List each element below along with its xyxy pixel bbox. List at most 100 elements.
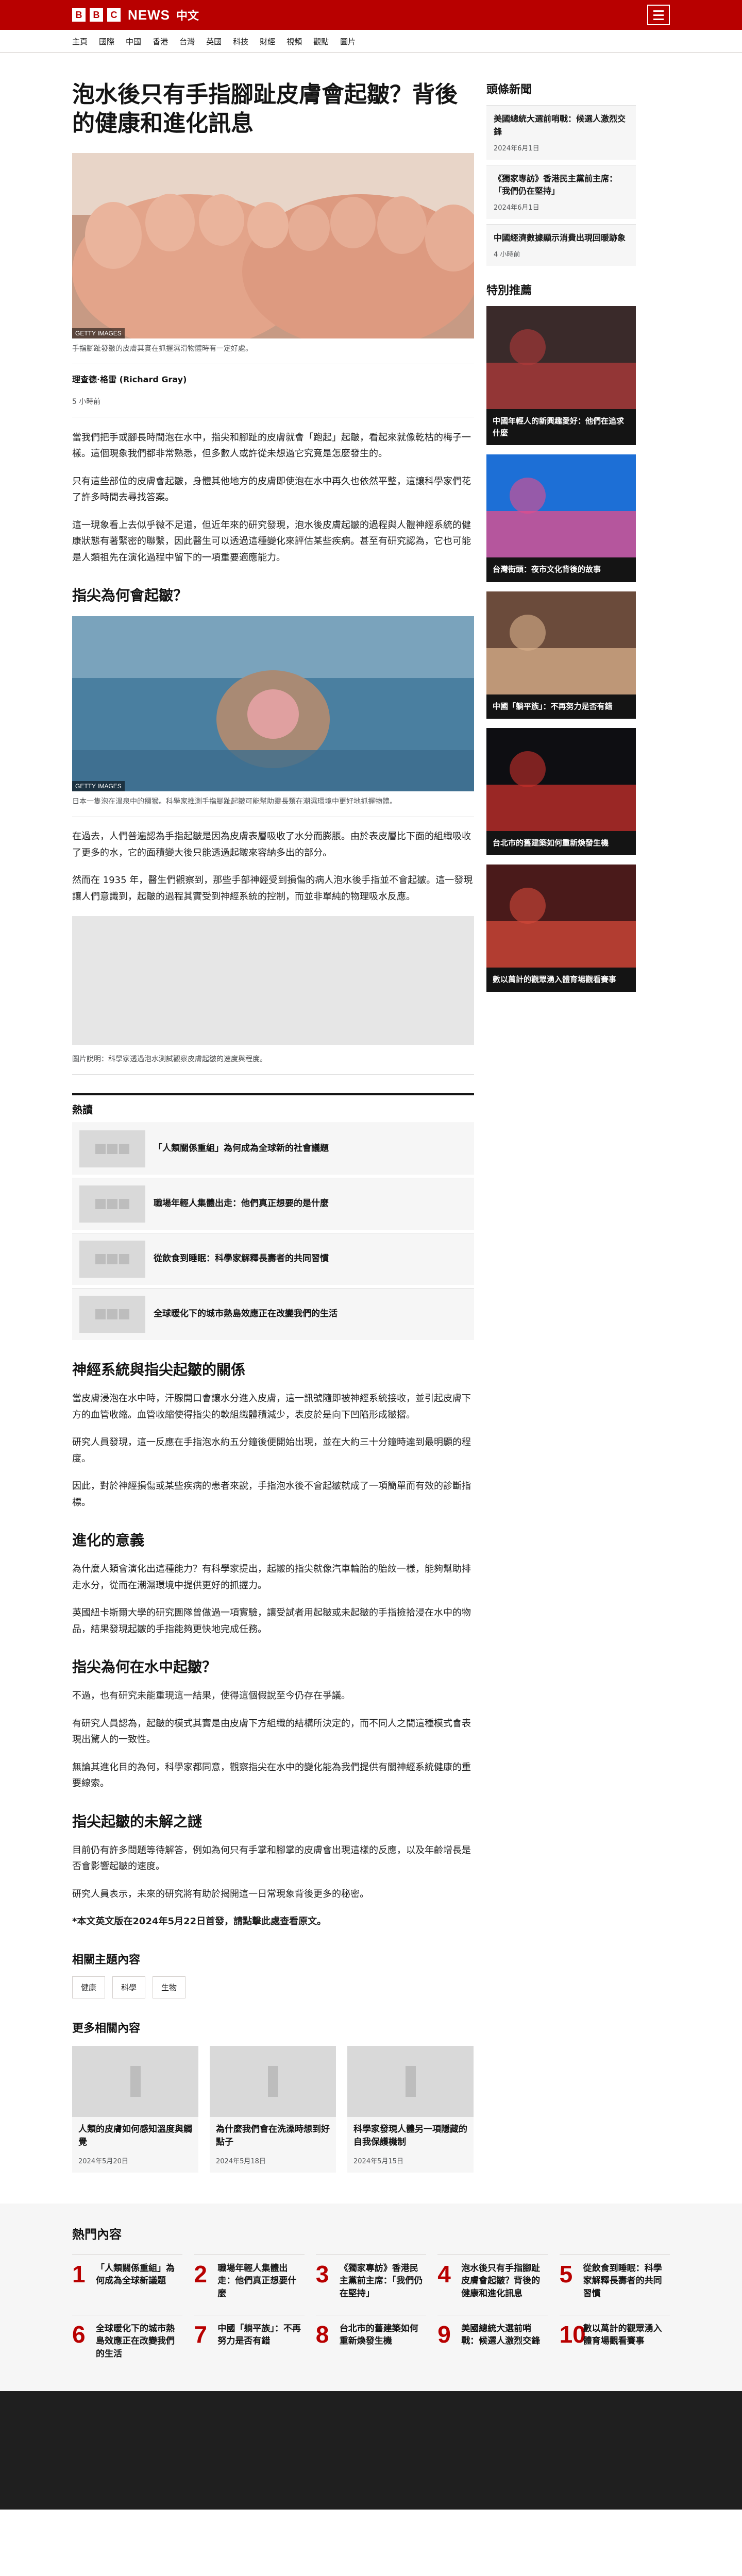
subheading-4: 指尖為何在水中起皺？ (72, 1658, 217, 1676)
hot-read-item[interactable]: 「人類關係重組」為何成為全球新的社會議題 (72, 1123, 474, 1175)
bbc-placeholder-icon (95, 1199, 129, 1210)
top-news-title-text: 《獨家專訪》香港民主黨前主席：「我們仍在堅持」 (494, 173, 618, 196)
bbc-placeholder-icon (95, 1309, 129, 1320)
feature-image (486, 591, 636, 694)
nav-item[interactable]: 科技 (233, 36, 248, 47)
hero-credit: GETTY IMAGES (72, 328, 125, 338)
bbc-placeholder-block (405, 2065, 416, 2076)
top-news-date: 4 小時前 (494, 250, 520, 259)
bbc-placeholder-icon (267, 2065, 278, 2097)
hot-read-title: 職場年輕人集體出走：他們真正想要的是什麼 (154, 1198, 329, 1209)
nav-item[interactable]: 視頻 (286, 36, 302, 47)
related-card-title: 人類的皮膚如何感知溫度與觸覺 (78, 2124, 192, 2148)
feature-image (486, 306, 636, 409)
bbc-placeholder-block (107, 1254, 117, 1265)
topic-tag[interactable]: 科學 (112, 1976, 146, 1998)
feature-image (486, 727, 636, 831)
nav-item[interactable]: 觀點 (313, 36, 329, 47)
feature-image (486, 454, 636, 558)
most-read-item[interactable]: 2 職場年輕人集體出走：他們真正想要什麼 (194, 2254, 305, 2300)
related-card-title: 為什麼我們會在洗澡時想到好點子 (216, 2124, 330, 2148)
top-bar: B B C NEWS 中文 (0, 0, 742, 30)
footer (0, 2391, 742, 2510)
brand-name: NEWS (128, 7, 170, 23)
subheading-3: 進化的意義 (72, 1532, 145, 1549)
feet-illustration (72, 152, 474, 338)
bbc-placeholder-block (95, 1309, 106, 1320)
nav-item[interactable]: 國際 (99, 36, 114, 47)
feature-item[interactable]: 數以萬計的觀眾湧入體育場觀看賽事 (486, 865, 636, 992)
most-read-item[interactable]: 10 數以萬計的觀眾湧入體育場觀看賽事 (559, 2314, 670, 2361)
body-section-a: 當我們把手或腳長時間泡在水中，指尖和腳趾的皮膚就會「跑起」起皺，看起來就像乾枯的… (72, 430, 474, 566)
feature-title: 台灣街頭：夜市文化背後的故事 (486, 557, 636, 582)
nav-item[interactable]: 中國 (126, 36, 141, 47)
hot-read-item[interactable]: 職場年輕人集體出走：他們真正想要的是什麼 (72, 1178, 474, 1230)
hot-read-item[interactable]: 從飲食到睡眠：科學家解釋長壽者的共同習慣 (72, 1233, 474, 1285)
feature-title: 中國「躺平族」：不再努力是否有錯 (486, 694, 636, 719)
nav-item[interactable]: 財經 (260, 36, 275, 47)
related-card[interactable]: 為什麼我們會在洗澡時想到好點子 2024年5月18日 (210, 2045, 336, 2173)
monkey-image: GETTY IMAGES (72, 616, 474, 792)
feature-title: 數以萬計的觀眾湧入體育場觀看賽事 (486, 968, 636, 992)
most-read-rank: 5 (559, 2260, 573, 2287)
body-section-f: 目前仍有許多問題等待解答，例如為何只有手掌和腳掌的皮膚會出現這樣的反應，以及年齡… (72, 1842, 474, 1903)
bbc-placeholder-block (95, 1199, 106, 1210)
bbc-placeholder-block (130, 2086, 141, 2097)
bbc-placeholder-block (119, 1309, 129, 1320)
top-news-title-text: 中國經濟數據顯示消費出現回暖跡象 (494, 233, 626, 243)
most-read-section: 熱門內容 1 「人類關係重組」為何成為全球新議題 2 職場年輕人集體出走：他們真正想要… (0, 2203, 742, 2392)
topic-tag[interactable]: 健康 (72, 1976, 106, 1998)
paragraph: 英國紐卡斯爾大學的研究團隊曾做過一項實驗，讓受試者用起皺或未起皺的手指撿拾浸在水… (72, 1607, 471, 1635)
body-section-e: 不過，也有研究未能重現這一結果，使得這個假說至今仍存在爭議。 有研究人員認為，起皺… (72, 1688, 474, 1792)
top-news-item[interactable]: 《獨家專訪》香港民主黨前主席：「我們仍在堅持」 2024年6月1日 (486, 164, 636, 219)
top-news-item[interactable]: 美國總統大選前哨戰：候選人激烈交鋒 2024年6月1日 (486, 105, 636, 160)
nav-item[interactable]: 台灣 (179, 36, 195, 47)
topic-tag[interactable]: 生物 (153, 1976, 186, 1998)
feature-item[interactable]: 台灣街頭：夜市文化背後的故事 (486, 454, 636, 582)
nav-item[interactable]: 主頁 (72, 36, 88, 47)
most-read-item[interactable]: 7 中國「躺平族」：不再努力是否有錯 (194, 2314, 305, 2361)
top-news-date: 2024年6月1日 (494, 204, 539, 212)
hot-read-title: 全球暖化下的城市熱島效應正在改變我們的生活 (154, 1309, 338, 1319)
most-read-item[interactable]: 3 《獨家專訪》香港民主黨前主席：「我們仍在堅持」 (315, 2254, 427, 2300)
thumbnail-placeholder (79, 1241, 145, 1278)
top-news-date: 2024年6月1日 (494, 144, 539, 152)
most-read-item[interactable]: 8 台北市的舊建築如何重新煥發生機 (315, 2314, 427, 2361)
thumbnail-placeholder (210, 2045, 336, 2117)
nav-item[interactable]: 香港 (153, 36, 168, 47)
sidebar: 頭條新聞 美國總統大選前哨戰：候選人激烈交鋒 2024年6月1日 《獨家專訪》香港民… (486, 80, 636, 2173)
nav-item[interactable]: 英國 (206, 36, 222, 47)
related-card[interactable]: 科學家發現人體另一項隱藏的自我保護機制 2024年5月15日 (347, 2045, 474, 2173)
more-related-title: 更多相關內容 (72, 2022, 141, 2035)
nav-item[interactable]: 圖片 (340, 36, 356, 47)
most-read-item[interactable]: 9 美國總統大選前哨戰：候選人激烈交鋒 (437, 2314, 548, 2361)
most-read-item[interactable]: 4 泡水後只有手指腳趾皮膚會起皺？背後的健康和進化訊息 (437, 2254, 548, 2300)
related-card-date: 2024年5月15日 (353, 2157, 403, 2165)
most-read-item[interactable]: 1 「人類關係重組」為何成為全球新議題 (72, 2254, 183, 2300)
feature-item[interactable]: 中國「躺平族」：不再努力是否有錯 (486, 591, 636, 719)
related-card-date: 2024年5月20日 (78, 2157, 128, 2165)
related-card[interactable]: 人類的皮膚如何感知溫度與觸覺 2024年5月20日 (72, 2045, 198, 2173)
paragraph: 當皮膚浸泡在水中時，汗腺開口會讓水分進入皮膚，這一訊號隨即被神經系統接收，並引起… (72, 1393, 471, 1420)
footnote[interactable]: *本文英文版在2024年5月22日首發，請點擊此處查看原文。 (72, 1913, 474, 1930)
paragraph: 因此，對於神經損傷或某些疾病的患者來說，手指泡水後不會起皺就成了一項簡單而有效的… (72, 1481, 471, 1508)
menu-button[interactable] (647, 5, 670, 25)
features-title: 特別推薦 (486, 284, 532, 297)
bbc-placeholder-block (130, 2065, 141, 2076)
hero-caption: 手指腳趾發皺的皮膚其實在抓握濕滑物體時有一定好處。 (72, 338, 474, 364)
related-card-title: 科學家發現人體另一項隱藏的自我保護機制 (353, 2124, 467, 2148)
thumbnail-placeholder (72, 2045, 198, 2117)
paragraph: 這一現象看上去似乎微不足道，但近年來的研究發現，泡水後皮膚起皺的過程與人體神經系… (72, 519, 471, 563)
hot-reads-title: 熱讀 (72, 1104, 93, 1116)
feature-item[interactable]: 台北市的舊建築如何重新煥發生機 (486, 727, 636, 856)
related-topics-title: 相關主題內容 (72, 1953, 141, 1967)
top-news-item[interactable]: 中國經濟數據顯示消費出現回暖跡象 4 小時前 (486, 224, 636, 266)
bbc-logo-link[interactable]: B B C NEWS 中文 (72, 7, 199, 23)
most-read-item[interactable]: 5 從飲食到睡眠：科學家解釋長壽者的共同習慣 (559, 2254, 670, 2300)
hot-read-item[interactable]: 全球暖化下的城市熱島效應正在改變我們的生活 (72, 1288, 474, 1341)
most-read-item[interactable]: 6 全球暖化下的城市熱島效應正在改變我們的生活 (72, 2314, 183, 2361)
most-read-rank: 2 (194, 2260, 207, 2287)
feature-item[interactable]: 中國年輕人的新興趣愛好：他們在追求什麼 (486, 306, 636, 446)
bbc-placeholder-icon (95, 1144, 129, 1155)
monkey-illustration (72, 616, 474, 792)
